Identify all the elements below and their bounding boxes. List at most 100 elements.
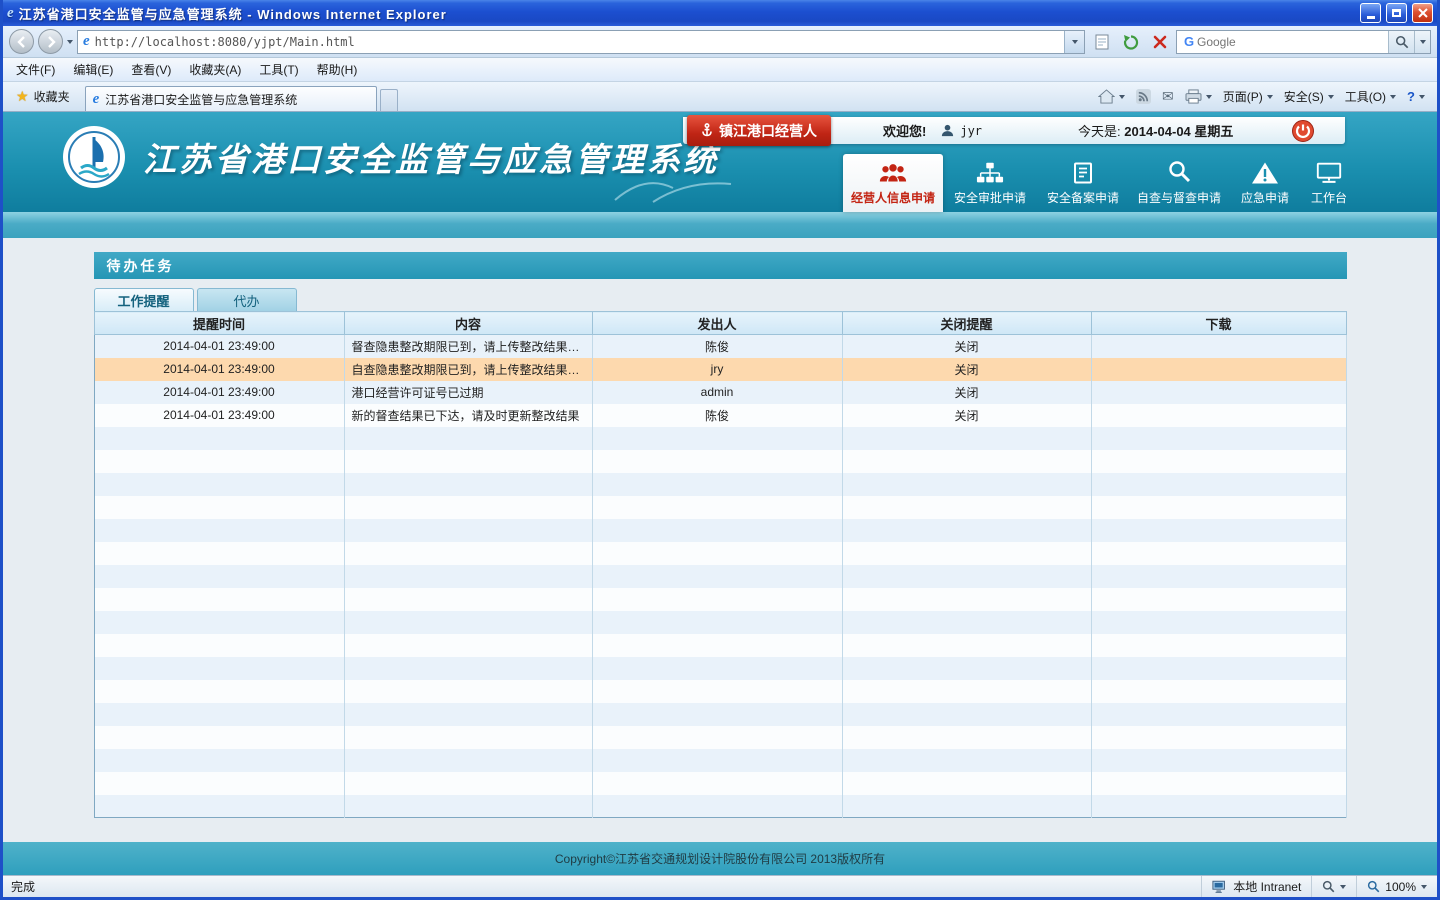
navigation-bar: e G: [3, 26, 1437, 58]
star-icon: ★: [16, 88, 29, 105]
warning-triangle-icon: [1251, 157, 1279, 185]
select-zone-button[interactable]: [1311, 876, 1356, 897]
stop-button[interactable]: [1147, 30, 1172, 54]
cell-sender: [592, 772, 842, 795]
task-row[interactable]: 2014-04-01 23:49:00督查隐患整改期限已到，请上传整改结果…陈俊…: [94, 335, 1346, 358]
close-reminder-link[interactable]: 关闭: [954, 386, 978, 400]
empty-row[interactable]: [94, 496, 1346, 519]
cell-time: [94, 519, 344, 542]
empty-row[interactable]: [94, 450, 1346, 473]
nav-item-label: 经营人信息申请: [851, 189, 935, 206]
search-input[interactable]: [1197, 32, 1388, 52]
cell-content: [344, 772, 592, 795]
search-button[interactable]: [1388, 31, 1414, 53]
cell-download: [1091, 611, 1346, 634]
help-button[interactable]: ?: [1407, 89, 1425, 104]
page-menu-button[interactable]: 页面(P): [1223, 88, 1273, 105]
nav-workbench[interactable]: 工作台: [1301, 156, 1357, 212]
back-button[interactable]: [9, 29, 34, 54]
favorites-button[interactable]: ★ 收藏夹: [7, 85, 79, 108]
empty-row[interactable]: [94, 473, 1346, 496]
home-button[interactable]: [1098, 89, 1125, 104]
zoom-control[interactable]: 100%: [1356, 876, 1437, 897]
compatibility-view-button[interactable]: [1089, 30, 1114, 54]
empty-row[interactable]: [94, 588, 1346, 611]
empty-row[interactable]: [94, 703, 1346, 726]
empty-row[interactable]: [94, 634, 1346, 657]
empty-row[interactable]: [94, 795, 1346, 818]
back-icon: [16, 36, 28, 48]
browser-tab[interactable]: e 江苏省港口安全监管与应急管理系统: [85, 86, 377, 111]
cell-time: 2014-04-01 23:49:00: [94, 358, 344, 381]
nav-operator-info-application[interactable]: 经营人信息申请: [843, 154, 943, 212]
help-icon: ?: [1407, 89, 1415, 104]
empty-row[interactable]: [94, 726, 1346, 749]
maximize-button[interactable]: [1386, 3, 1407, 23]
task-row[interactable]: 2014-04-01 23:49:00自查隐患整改期限已到，请上传整改结果…jr…: [94, 358, 1346, 381]
tab-pending[interactable]: 代办: [197, 288, 297, 311]
empty-row[interactable]: [94, 772, 1346, 795]
cell-content: [344, 519, 592, 542]
close-button[interactable]: [1412, 3, 1433, 23]
safety-menu-button[interactable]: 安全(S): [1284, 88, 1334, 105]
chevron-down-icon: [1390, 95, 1396, 99]
close-reminder-link[interactable]: 关闭: [954, 340, 978, 354]
nav-safety-approval-application[interactable]: 安全审批申请: [943, 156, 1037, 212]
minimize-button[interactable]: [1360, 3, 1381, 23]
menu-item-help[interactable]: 帮助(H): [308, 58, 367, 81]
cell-sender: jry: [592, 358, 842, 381]
menu-item-favorites[interactable]: 收藏夹(A): [180, 58, 250, 81]
nav-item-label: 安全备案申请: [1047, 189, 1119, 206]
tab-work-reminder[interactable]: 工作提醒: [94, 288, 194, 311]
history-dropdown[interactable]: [67, 40, 73, 44]
table-header-row: 提醒时间 内容 发出人 关闭提醒 下载: [94, 312, 1346, 335]
user-info-bar: 镇江港口经营人 欢迎您! jyr 今天是: 2014-04-04 星期五: [683, 117, 1345, 144]
logout-button[interactable]: [1291, 119, 1315, 143]
menu-item-file[interactable]: 文件(F): [7, 58, 64, 81]
new-tab-button[interactable]: [380, 89, 398, 111]
column-header-time: 提醒时间: [94, 312, 344, 335]
username: jyr: [960, 124, 982, 138]
empty-row[interactable]: [94, 657, 1346, 680]
print-button[interactable]: [1185, 89, 1212, 104]
menu-item-tools[interactable]: 工具(T): [250, 58, 307, 81]
cell-close: 关闭: [842, 404, 1091, 427]
empty-row[interactable]: [94, 611, 1346, 634]
search-dropdown[interactable]: [1414, 31, 1430, 53]
cell-sender: [592, 795, 842, 818]
nav-self-check-inspection-application[interactable]: 自查与督查申请: [1129, 156, 1229, 212]
nav-item-label: 应急申请: [1241, 189, 1289, 206]
tools-menu-button[interactable]: 工具(O): [1345, 88, 1396, 105]
menu-item-view[interactable]: 查看(V): [122, 58, 180, 81]
task-row[interactable]: 2014-04-01 23:49:00新的督查结果已下达，请及时更新整改结果陈俊…: [94, 404, 1346, 427]
feeds-button[interactable]: [1136, 89, 1151, 104]
empty-row[interactable]: [94, 519, 1346, 542]
close-reminder-link[interactable]: 关闭: [954, 409, 978, 423]
empty-row[interactable]: [94, 749, 1346, 772]
menu-item-edit[interactable]: 编辑(E): [64, 58, 122, 81]
cell-sender: admin: [592, 381, 842, 404]
address-dropdown[interactable]: [1064, 31, 1084, 53]
cell-close: [842, 795, 1091, 818]
refresh-button[interactable]: [1118, 30, 1143, 54]
forward-button[interactable]: [38, 29, 63, 54]
task-row[interactable]: 2014-04-01 23:49:00港口经营许可证号已过期admin关闭: [94, 381, 1346, 404]
nav-safety-record-application[interactable]: 安全备案申请: [1037, 156, 1129, 212]
cell-sender: [592, 565, 842, 588]
cell-time: 2014-04-01 23:49:00: [94, 404, 344, 427]
cell-sender: [592, 473, 842, 496]
cell-time: [94, 588, 344, 611]
role-badge: 镇江港口经营人: [687, 115, 831, 146]
empty-row[interactable]: [94, 565, 1346, 588]
empty-row[interactable]: [94, 427, 1346, 450]
empty-row[interactable]: [94, 542, 1346, 565]
close-icon: [1418, 8, 1428, 18]
read-mail-button[interactable]: ✉: [1162, 88, 1174, 105]
cell-download: [1091, 381, 1346, 404]
nav-item-label: 安全审批申请: [954, 189, 1026, 206]
empty-row[interactable]: [94, 680, 1346, 703]
nav-emergency-application[interactable]: 应急申请: [1229, 156, 1301, 212]
close-reminder-link[interactable]: 关闭: [954, 363, 978, 377]
address-input[interactable]: [95, 32, 1059, 52]
cell-close: [842, 496, 1091, 519]
